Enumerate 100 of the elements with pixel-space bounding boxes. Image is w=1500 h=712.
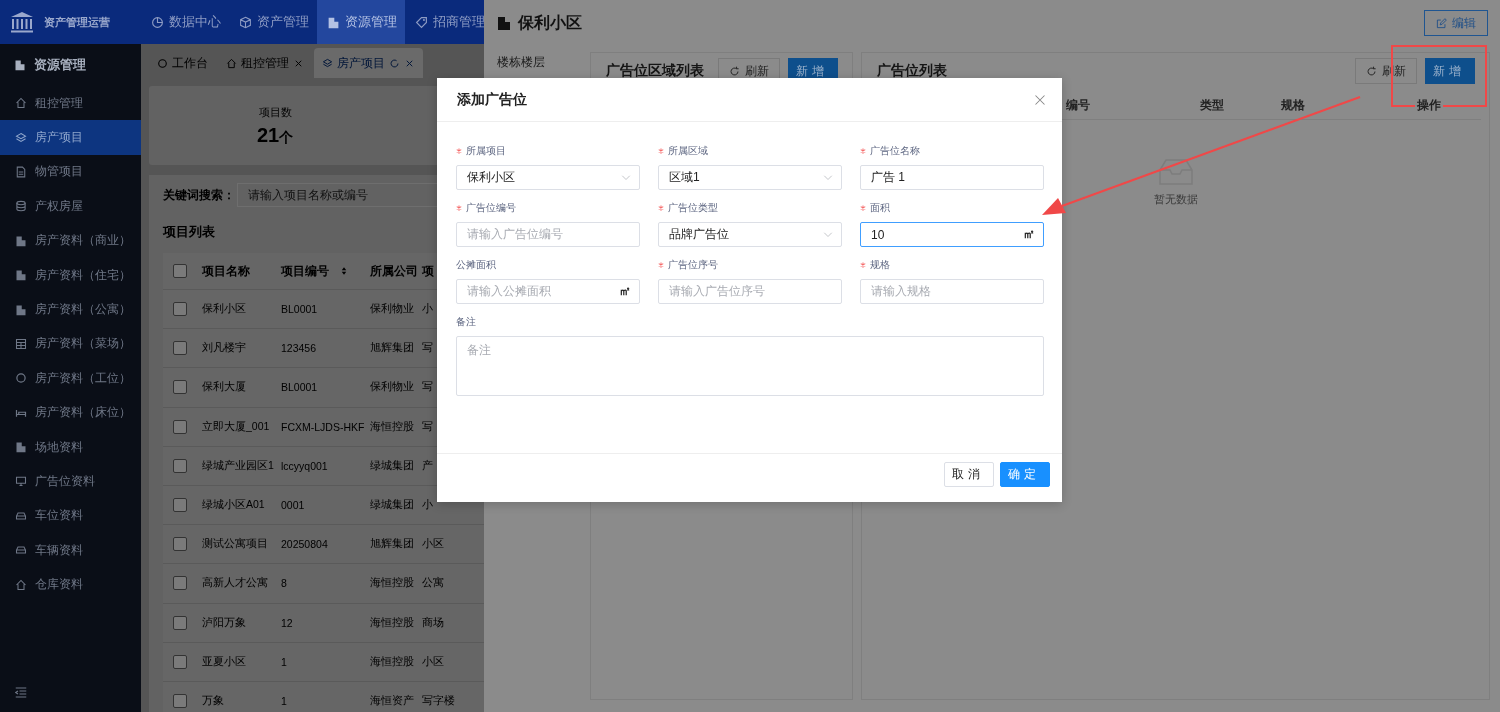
field-label: 广告位名称 — [870, 144, 920, 158]
table-cell-text: 商场 — [421, 615, 444, 630]
input-field[interactable]: 请输入规格 — [860, 279, 1044, 304]
menu-item[interactable]: 楼栋楼层 — [497, 52, 590, 71]
page-tab[interactable]: 工作台 — [149, 48, 216, 78]
table-cell-text: 1 — [280, 694, 288, 707]
table-cell-text: 刘凡楼宇 — [201, 341, 247, 356]
column-header: 类型 — [1200, 96, 1224, 114]
select-field[interactable]: 品牌广告位 — [658, 222, 842, 247]
table-cell-text: 写 — [421, 341, 433, 356]
input-field[interactable]: 请输入广告位序号 — [658, 279, 842, 304]
checkbox[interactable] — [173, 419, 187, 434]
refresh-icon — [729, 65, 740, 77]
input-field[interactable]: 请输入公摊面积 ㎡ — [456, 279, 640, 304]
select-field[interactable]: 区域1 — [658, 165, 842, 190]
building-icon — [327, 15, 340, 29]
checkbox[interactable] — [173, 615, 187, 630]
sidebar-item[interactable]: 房产资料（公寓） — [0, 292, 141, 327]
circle-icon — [157, 57, 168, 69]
nav-item[interactable]: 资源管理 — [317, 0, 405, 44]
table-cell-text: 万象 — [201, 693, 225, 708]
column-header: 规格 — [1281, 96, 1305, 114]
table-cell-text: 立即大厦_001 — [201, 419, 271, 434]
refresh-icon[interactable] — [389, 57, 400, 69]
sidebar-item[interactable]: 房产资料（工位） — [0, 361, 141, 396]
nav-item[interactable]: 数据中心 — [141, 0, 229, 44]
textarea-field[interactable]: 备注 — [456, 336, 1044, 396]
select-field[interactable]: 保利小区 — [456, 165, 640, 190]
table-cell-text: 亚夏小区 — [201, 654, 247, 669]
sidebar-item[interactable]: 车位资料 — [0, 498, 141, 534]
edit-button[interactable]: 编辑 — [1424, 10, 1488, 36]
sidebar-item[interactable]: 车辆资料 — [0, 533, 141, 568]
sidebar-item[interactable]: 仓库资料 — [0, 567, 141, 602]
edit-icon — [1436, 17, 1447, 29]
column-header: 所属公司 — [369, 262, 417, 280]
nav-item[interactable]: 资产管理 — [229, 0, 317, 44]
empty-state-text: 暂无数据 — [1153, 192, 1198, 207]
table-cell-text: 测试公寓项目 — [201, 537, 269, 552]
house-icon — [15, 578, 27, 591]
brand-name: 资产管理运营 — [44, 14, 110, 30]
checkbox[interactable] — [173, 537, 187, 552]
document-icon — [15, 165, 27, 178]
add-button[interactable]: 新增 — [1425, 58, 1475, 84]
checkbox[interactable] — [173, 498, 187, 513]
chevron-down-icon — [823, 174, 833, 181]
tag-icon — [415, 15, 428, 29]
table-cell-text: BL0001 — [280, 381, 319, 394]
page-tab[interactable]: 房产项目 — [314, 48, 423, 78]
checkbox[interactable] — [173, 693, 187, 708]
sort-icon[interactable] — [341, 266, 347, 276]
checkbox[interactable] — [173, 341, 187, 356]
collapse-menu-icon[interactable] — [15, 686, 27, 698]
nav-item[interactable]: 招商管理 — [405, 0, 484, 44]
checkbox[interactable] — [173, 576, 187, 591]
table-cell-text: 保利物业 — [369, 302, 415, 317]
field-label: 公摊面积 — [456, 258, 496, 272]
checkbox[interactable] — [173, 458, 187, 473]
sidebar-item[interactable]: 房产资料（菜场） — [0, 326, 141, 362]
sidebar-item[interactable]: 房产资料（床位） — [0, 395, 141, 430]
column-header: 项目编号 — [275, 262, 365, 280]
cancel-button[interactable]: 取消 — [944, 461, 994, 487]
page-tab[interactable]: 租控管理 — [218, 48, 312, 78]
sidebar-item[interactable]: 房产资料（住宅） — [0, 257, 141, 293]
close-icon[interactable] — [1034, 93, 1046, 106]
table-cell-text: 海恒控股 — [369, 419, 415, 434]
building-icon — [14, 59, 26, 71]
confirm-button[interactable]: 确定 — [1000, 461, 1050, 487]
sidebar-item[interactable]: 广告位资料 — [0, 464, 141, 499]
table-cell-text: 小 — [421, 302, 433, 317]
input-field[interactable]: 10 ㎡ — [860, 222, 1044, 247]
sidebar-item[interactable]: 租控管理 — [0, 86, 141, 121]
table-cell-text: 保利物业 — [369, 380, 415, 395]
checkbox[interactable] — [173, 380, 187, 395]
table-cell-text: FCXM-LJDS-HKF — [280, 420, 365, 433]
building-icon — [15, 269, 27, 282]
checkbox[interactable] — [173, 654, 187, 669]
table-cell-text: 写 — [421, 419, 433, 434]
column-header: 项目名称 — [201, 262, 251, 280]
table-cell-text: 保利大厦 — [201, 380, 247, 395]
sidebar-item[interactable]: 房产资料（商业） — [0, 223, 141, 258]
monitor-icon — [15, 475, 27, 488]
circle-icon — [15, 372, 27, 385]
table-cell-text: 写 — [421, 380, 433, 395]
sidebar-item[interactable]: 场地资料 — [0, 429, 141, 465]
sidebar-item[interactable]: 房产项目 — [0, 120, 141, 155]
checkbox[interactable] — [173, 264, 187, 278]
table-cell-text: 高新人才公寓 — [201, 576, 269, 591]
sidebar-item[interactable]: 物管项目 — [0, 154, 141, 190]
table-cell-text: 绿城小区A01 — [201, 498, 266, 513]
sidebar-item[interactable]: 产权房屋 — [0, 189, 141, 224]
table-cell-text: 保利小区 — [201, 302, 247, 317]
table-cell-text: 绿城产业园区1 — [201, 458, 275, 473]
table-cell-text: 海恒资产 — [369, 693, 415, 708]
table-cell-text: 123456 — [280, 342, 318, 355]
grid-icon — [15, 337, 27, 350]
table-cell-text: 旭辉集团 — [369, 537, 415, 552]
input-field[interactable]: 广告 1 — [860, 165, 1044, 190]
input-field[interactable]: 请输入广告位编号 — [456, 222, 640, 247]
table-cell-text: 1 — [280, 655, 288, 668]
checkbox[interactable] — [173, 302, 187, 317]
